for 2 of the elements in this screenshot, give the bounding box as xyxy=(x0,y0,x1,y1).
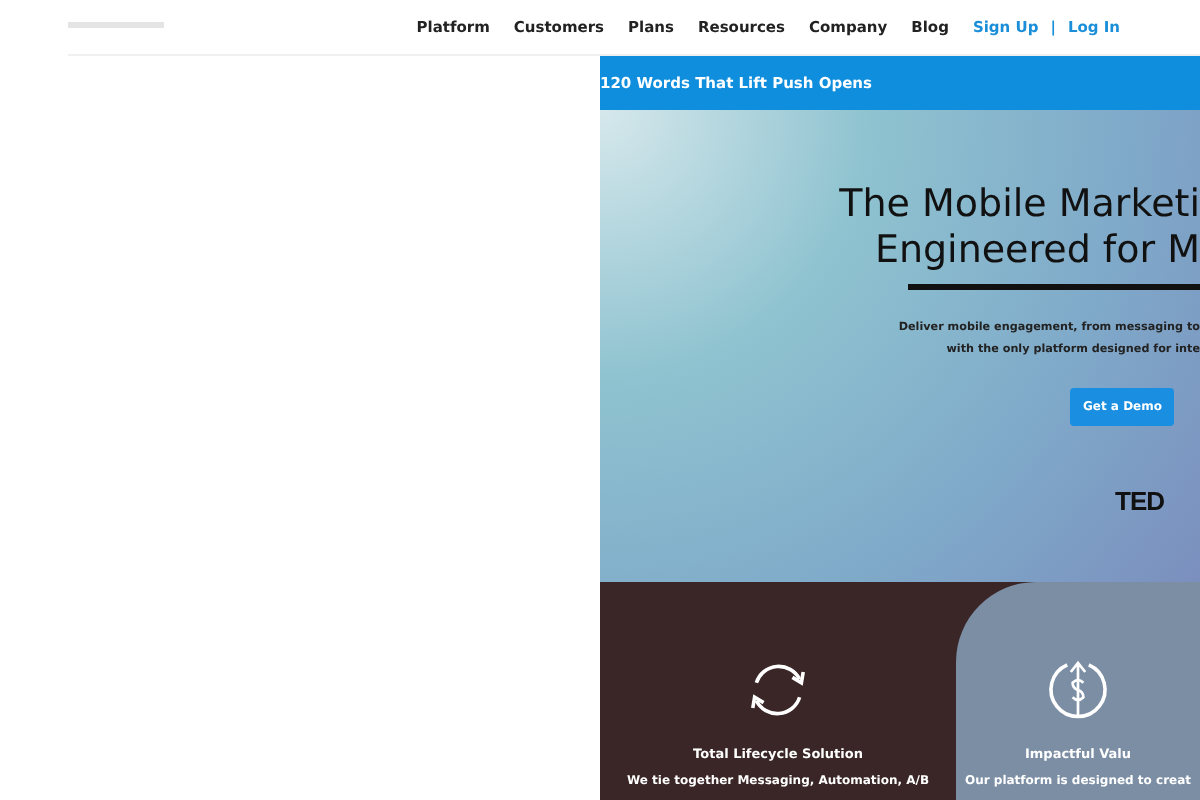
hero-title: The Mobile Marketi Engineered for M xyxy=(839,182,1200,274)
customer-logo: TED xyxy=(1115,486,1164,516)
